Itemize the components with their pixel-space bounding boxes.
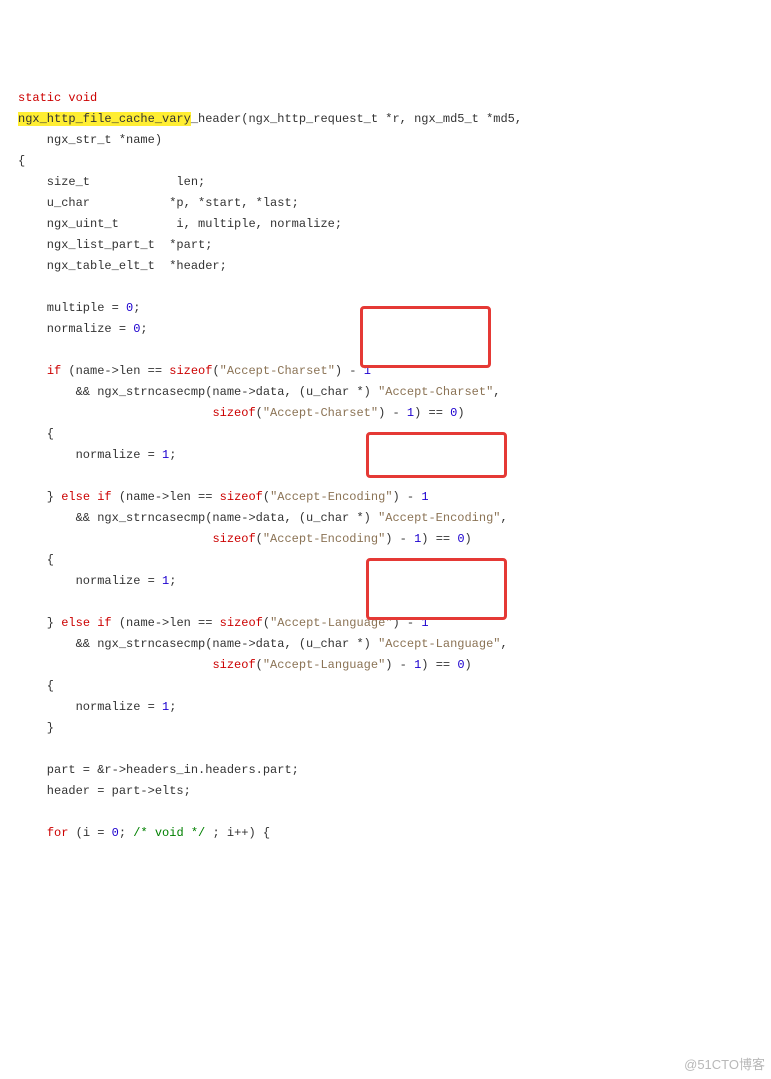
string-accept-charset: "Accept-Charset": [220, 364, 335, 378]
code-text: }: [18, 490, 61, 504]
code-text: ): [465, 532, 472, 546]
code-text: ;: [140, 322, 147, 336]
code-text: ;: [169, 448, 176, 462]
string-accept-encoding: "Accept-Encoding": [378, 511, 500, 525]
keyword-static: static: [18, 91, 61, 105]
code-text: (i =: [68, 826, 111, 840]
code-line: size_t len;: [18, 175, 205, 189]
code-line: u_char *p, *start, *last;: [18, 196, 299, 210]
code-text: ;: [169, 574, 176, 588]
keyword-sizeof: sizeof: [212, 658, 255, 672]
code-text: ;: [133, 301, 140, 315]
code-text: }: [18, 616, 61, 630]
code-text: && ngx_strncasecmp(name->data, (u_char *…: [18, 637, 378, 651]
number-literal: 1: [421, 490, 428, 504]
brace-open: {: [18, 154, 25, 168]
keyword-if: if: [97, 490, 111, 504]
code-line: ngx_list_part_t *part;: [18, 238, 212, 252]
string-accept-language: "Accept-Language": [263, 658, 385, 672]
string-accept-language: "Accept-Language": [270, 616, 392, 630]
watermark: @51CTO博客: [684, 1054, 765, 1075]
keyword-void: void: [68, 91, 97, 105]
code-text: && ngx_strncasecmp(name->data, (u_char *…: [18, 511, 378, 525]
code-line: ngx_uint_t i, multiple, normalize;: [18, 217, 342, 231]
code-text: [18, 532, 212, 546]
keyword-for: for: [47, 826, 69, 840]
number-literal: 0: [457, 532, 464, 546]
code-text: [18, 364, 47, 378]
code-text: ;: [169, 700, 176, 714]
code-text: ;: [119, 826, 133, 840]
keyword-sizeof: sizeof: [212, 406, 255, 420]
string-accept-encoding: "Accept-Encoding": [270, 490, 392, 504]
code-text: (: [263, 490, 270, 504]
brace-open: {: [18, 553, 54, 567]
keyword-sizeof: sizeof: [220, 616, 263, 630]
code-text: [18, 826, 47, 840]
code-line: normalize =: [18, 322, 133, 336]
keyword-if: if: [47, 364, 61, 378]
code-text: normalize =: [18, 700, 162, 714]
keyword-else: else: [61, 490, 90, 504]
code-text: (: [263, 616, 270, 630]
code-text: (name->len ==: [112, 616, 220, 630]
brace-open: {: [18, 679, 54, 693]
code-text: ) -: [335, 364, 364, 378]
code-text: ) -: [385, 658, 414, 672]
keyword-sizeof: sizeof: [169, 364, 212, 378]
code-text: (: [256, 406, 263, 420]
code-line: ngx_str_t *name): [18, 133, 162, 147]
code-text: (name->len ==: [112, 490, 220, 504]
code-text: ) -: [385, 532, 414, 546]
keyword-if: if: [97, 616, 111, 630]
code-text: ,: [500, 511, 507, 525]
code-text: normalize =: [18, 448, 162, 462]
code-text: ,: [500, 637, 507, 651]
brace-open: {: [18, 427, 54, 441]
code-text: [18, 406, 212, 420]
code-text: ) -: [393, 616, 422, 630]
number-literal: 0: [112, 826, 119, 840]
keyword-sizeof: sizeof: [220, 490, 263, 504]
string-accept-charset: "Accept-Charset": [263, 406, 378, 420]
number-literal: 1: [364, 364, 371, 378]
code-text: (: [256, 658, 263, 672]
code-text: ) ==: [414, 406, 450, 420]
code-text: ) -: [393, 490, 422, 504]
code-text: (: [212, 364, 219, 378]
code-line: part = &r->headers_in.headers.part;: [18, 763, 299, 777]
code-block: static void ngx_http_file_cache_vary_hea…: [18, 88, 771, 844]
string-accept-encoding: "Accept-Encoding": [263, 532, 385, 546]
code-line: ngx_table_elt_t *header;: [18, 259, 227, 273]
code-text: (: [256, 532, 263, 546]
code-text: ) ==: [421, 532, 457, 546]
code-text: ) ==: [421, 658, 457, 672]
code-line: multiple =: [18, 301, 126, 315]
code-text: ; i++) {: [205, 826, 270, 840]
number-literal: 1: [407, 406, 414, 420]
code-text: ): [457, 406, 464, 420]
highlighted-function-name: ngx_http_file_cache_vary: [18, 112, 191, 126]
string-accept-charset: "Accept-Charset": [378, 385, 493, 399]
code-text: ): [465, 658, 472, 672]
code-text: && ngx_strncasecmp(name->data, (u_char *…: [18, 385, 378, 399]
code-text: normalize =: [18, 574, 162, 588]
code-text: ,: [493, 385, 500, 399]
code-text: [18, 658, 212, 672]
brace-close: }: [18, 721, 54, 735]
number-literal: 1: [421, 616, 428, 630]
code-text: ) -: [378, 406, 407, 420]
code-text: (name->len ==: [61, 364, 169, 378]
comment: /* void */: [133, 826, 205, 840]
number-literal: 0: [457, 658, 464, 672]
code-line: header = part->elts;: [18, 784, 191, 798]
string-accept-language: "Accept-Language": [378, 637, 500, 651]
keyword-else: else: [61, 616, 90, 630]
keyword-sizeof: sizeof: [212, 532, 255, 546]
function-signature: _header(ngx_http_request_t *r, ngx_md5_t…: [191, 112, 522, 126]
